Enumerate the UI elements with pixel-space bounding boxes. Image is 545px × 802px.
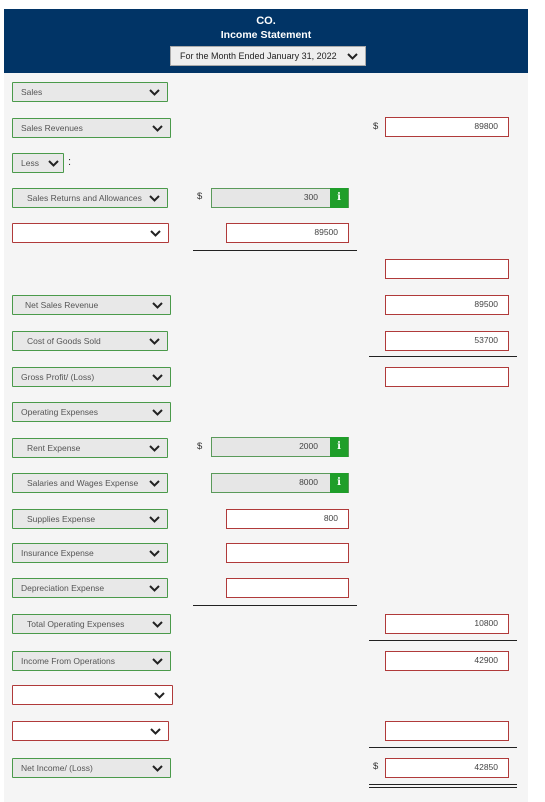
chevron-down-icon — [149, 722, 162, 740]
account-select-depreciation[interactable]: Depreciation Expense — [12, 578, 168, 598]
amount-input-total-opex[interactable]: 10800 — [385, 614, 509, 634]
account-select-label: Net Sales Revenue — [25, 300, 99, 310]
account-select-label: Gross Profit/ (Loss) — [21, 372, 95, 382]
account-select-salaries[interactable]: Salaries and Wages Expense — [12, 473, 168, 493]
amount-field-salaries: 8000 i — [211, 473, 349, 493]
chevron-down-icon — [151, 119, 164, 137]
statement-title: Income Statement — [220, 29, 312, 41]
account-select-cogs[interactable]: Cost of Goods Sold — [12, 331, 168, 351]
chevron-down-icon — [346, 47, 359, 65]
subtotal-rule — [369, 640, 517, 641]
account-select-net-income[interactable]: Net Income/ (Loss) — [12, 758, 171, 778]
currency-symbol: $ — [197, 191, 203, 202]
amount-field-rent: 2000 i — [211, 437, 349, 457]
account-select-sales-revenues[interactable]: Sales Revenues — [12, 118, 171, 138]
account-select-net-sales[interactable]: Net Sales Revenue — [12, 295, 171, 315]
account-select-label: Operating Expenses — [21, 407, 99, 417]
account-select-supplies[interactable]: Supplies Expense — [12, 509, 168, 529]
chevron-down-icon — [151, 368, 164, 386]
amount-value: 2000 — [299, 441, 318, 451]
account-select-rent[interactable]: Rent Expense — [12, 438, 168, 458]
info-icon[interactable]: i — [330, 188, 348, 208]
chevron-down-icon — [148, 83, 161, 101]
account-select-label: Sales — [21, 87, 43, 97]
account-select-label: Rent Expense — [27, 443, 81, 453]
amount-input-cogs[interactable]: 53700 — [385, 331, 509, 351]
period-select[interactable]: For the Month Ended January 31, 2022 — [170, 46, 366, 66]
chevron-down-icon — [151, 403, 164, 421]
company-name: CO. — [256, 15, 276, 27]
account-select-label: Depreciation Expense — [21, 583, 105, 593]
account-select-label: Salaries and Wages Expense — [27, 478, 139, 488]
chevron-down-icon — [148, 189, 161, 207]
account-select-blank-2[interactable] — [12, 685, 173, 705]
account-select-label: Cost of Goods Sold — [27, 336, 101, 346]
info-icon[interactable]: i — [330, 437, 348, 457]
statement-header: CO. Income Statement For the Month Ended… — [4, 9, 528, 73]
chevron-down-icon — [148, 579, 161, 597]
amount-input-income-ops[interactable]: 42900 — [385, 651, 509, 671]
amount-input-sales-revenues[interactable]: 89800 — [385, 117, 509, 137]
info-icon[interactable]: i — [330, 473, 348, 493]
account-select-label: Net Income/ (Loss) — [21, 763, 93, 773]
account-select-label: Supplies Expense — [27, 514, 96, 524]
account-select-insurance[interactable]: Insurance Expense — [12, 543, 168, 563]
chevron-down-icon — [148, 474, 161, 492]
amount-input-net-income[interactable]: 42850 — [385, 758, 509, 778]
chevron-down-icon — [148, 510, 161, 528]
chevron-down-icon — [47, 154, 60, 172]
less-select-label: Less — [21, 158, 39, 168]
chevron-down-icon — [153, 686, 166, 704]
amount-value: 300 — [303, 192, 318, 202]
period-select-label: For the Month Ended January 31, 2022 — [180, 51, 337, 61]
double-rule-bottom — [369, 787, 517, 788]
account-select-operating[interactable]: Operating Expenses — [12, 402, 171, 422]
amount-input-blank-1[interactable]: 89500 — [226, 223, 349, 243]
account-select-gross-profit[interactable]: Gross Profit/ (Loss) — [12, 367, 171, 387]
subtotal-rule — [369, 747, 517, 748]
less-select[interactable]: Less — [12, 153, 64, 173]
account-select-total-opex[interactable]: Total Operating Expenses — [12, 614, 171, 634]
double-rule-top — [369, 784, 517, 785]
currency-symbol: $ — [373, 761, 379, 772]
subtotal-rule — [193, 250, 357, 251]
chevron-down-icon — [149, 224, 162, 242]
amount-input-net-sales[interactable]: 89500 — [385, 295, 509, 315]
currency-symbol: $ — [197, 441, 203, 452]
chevron-down-icon — [151, 759, 164, 777]
amount-input-blank-3[interactable] — [385, 721, 509, 741]
amount-input-col3-blank[interactable] — [385, 259, 509, 279]
account-select-label: Income From Operations — [21, 656, 116, 666]
currency-symbol: $ — [373, 121, 379, 132]
amount-value: 8000 — [299, 477, 318, 487]
account-select-returns[interactable]: Sales Returns and Allowances — [12, 188, 168, 208]
less-colon: : — [68, 156, 72, 168]
amount-input-supplies[interactable]: 800 — [226, 509, 349, 529]
chevron-down-icon — [151, 615, 164, 633]
account-select-blank-3[interactable] — [12, 721, 169, 741]
account-select-blank-1[interactable] — [12, 223, 169, 243]
amount-field-returns: 300 i — [211, 188, 349, 208]
amount-input-gross-profit[interactable] — [385, 367, 509, 387]
chevron-down-icon — [151, 296, 164, 314]
subtotal-rule — [193, 605, 357, 606]
account-select-label: Insurance Expense — [21, 548, 94, 558]
account-select-label: Total Operating Expenses — [27, 619, 125, 629]
amount-input-insurance[interactable] — [226, 543, 349, 563]
chevron-down-icon — [151, 652, 164, 670]
chevron-down-icon — [148, 332, 161, 350]
chevron-down-icon — [148, 544, 161, 562]
account-select-sales[interactable]: Sales — [12, 82, 168, 102]
subtotal-rule — [369, 356, 517, 357]
amount-input-depreciation[interactable] — [226, 578, 349, 598]
chevron-down-icon — [148, 439, 161, 457]
account-select-label: Sales Revenues — [21, 123, 83, 133]
account-select-income-ops[interactable]: Income From Operations — [12, 651, 171, 671]
account-select-label: Sales Returns and Allowances — [27, 193, 142, 203]
